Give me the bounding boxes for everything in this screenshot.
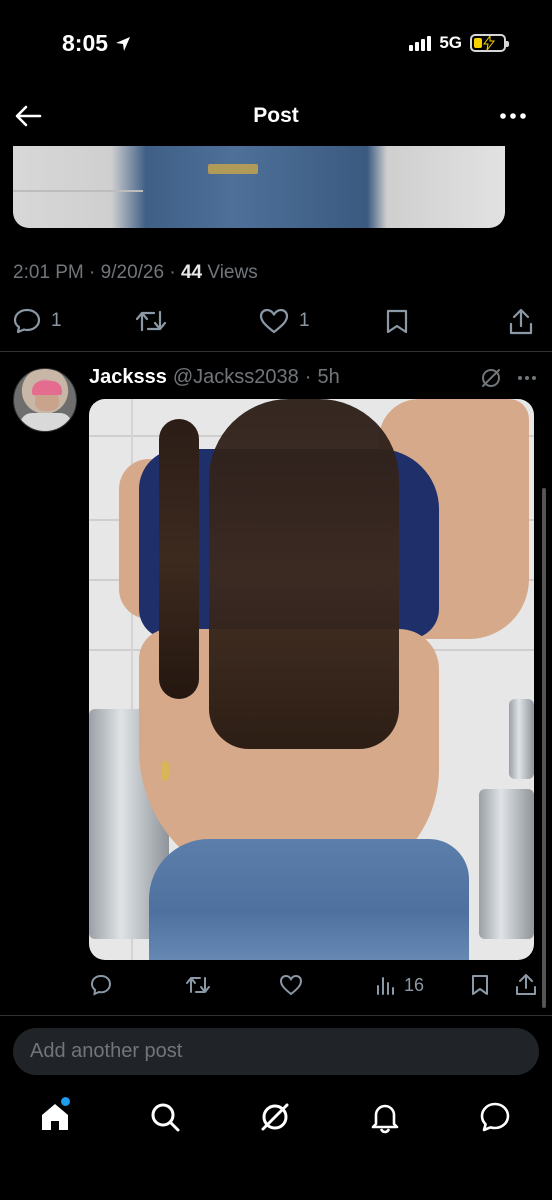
grok-icon[interactable] bbox=[258, 1100, 292, 1134]
share-icon bbox=[516, 974, 536, 995]
divider bbox=[0, 1015, 552, 1016]
reply-action-bar: 16 bbox=[89, 970, 539, 1002]
messages-icon[interactable] bbox=[478, 1100, 512, 1134]
post-header: Post bbox=[0, 94, 552, 138]
bookmark-icon bbox=[472, 975, 488, 995]
reply-bookmark-button[interactable] bbox=[470, 974, 490, 996]
status-time: 8:05 bbox=[62, 30, 132, 57]
analytics-icon bbox=[377, 977, 394, 995]
like-count: 1 bbox=[299, 310, 310, 331]
divider bbox=[0, 351, 552, 352]
location-arrow-icon bbox=[116, 36, 131, 51]
reply-share-button[interactable] bbox=[515, 974, 537, 996]
post-media-image[interactable] bbox=[13, 146, 505, 228]
views-count: 44 bbox=[180, 262, 203, 283]
reply-button[interactable]: 1 bbox=[13, 308, 62, 334]
network-label: 5G bbox=[439, 33, 462, 52]
page-title: Post bbox=[253, 104, 299, 127]
reply-display-name[interactable]: Jacksss bbox=[89, 366, 167, 389]
reply-age: 5h bbox=[317, 366, 340, 388]
bottom-tab-bar bbox=[0, 1090, 552, 1150]
status-bar: 8:05 5G bbox=[0, 0, 552, 90]
signal-icon bbox=[409, 35, 432, 51]
reply-author: Jacksss @Jackss2038 · 5h bbox=[89, 366, 340, 389]
post-time: 2:01 PM bbox=[13, 262, 84, 283]
bookmark-button[interactable] bbox=[385, 308, 409, 334]
home-indicator bbox=[0, 1170, 552, 1200]
post-timestamp: 2:01 PM · 9/20/26 · 44 Views bbox=[13, 262, 258, 283]
scrollbar[interactable] bbox=[542, 488, 546, 1008]
views-label: Views bbox=[207, 262, 258, 283]
compose-input[interactable]: Add another post bbox=[13, 1028, 539, 1075]
repost-icon bbox=[186, 977, 210, 993]
share-button[interactable] bbox=[508, 308, 534, 336]
status-indicators: 5G bbox=[409, 33, 509, 53]
repost-button[interactable] bbox=[135, 308, 167, 334]
reply-views-button[interactable]: 16 bbox=[375, 974, 424, 996]
reply-icon bbox=[13, 308, 41, 334]
battery-icon bbox=[470, 34, 509, 52]
reply-media-image[interactable] bbox=[89, 399, 534, 960]
reply-repost-button[interactable] bbox=[185, 974, 211, 996]
compose-placeholder: Add another post bbox=[30, 1040, 183, 1062]
clock: 8:05 bbox=[62, 30, 109, 56]
notification-dot bbox=[61, 1097, 70, 1106]
reply-icon bbox=[90, 974, 112, 996]
share-icon bbox=[509, 308, 533, 335]
avatar[interactable] bbox=[13, 368, 77, 432]
heart-icon bbox=[279, 974, 303, 996]
repost-icon bbox=[135, 310, 167, 332]
post-date: 9/20/26 bbox=[100, 262, 165, 283]
reply-like-button[interactable] bbox=[279, 974, 303, 996]
more-options-icon[interactable] bbox=[498, 104, 528, 128]
reply-views-count: 16 bbox=[404, 974, 425, 995]
bookmark-icon bbox=[386, 309, 408, 334]
search-icon[interactable] bbox=[148, 1100, 182, 1134]
like-button[interactable]: 1 bbox=[259, 308, 310, 334]
post-action-bar: 1 1 bbox=[0, 302, 552, 342]
reply-more-icon[interactable] bbox=[516, 368, 538, 388]
reply-count: 1 bbox=[51, 310, 62, 331]
reply-handle[interactable]: @Jackss2038 bbox=[173, 366, 299, 389]
reply-reply-button[interactable] bbox=[90, 974, 112, 996]
heart-icon bbox=[259, 308, 289, 334]
grok-icon[interactable] bbox=[480, 367, 502, 389]
notifications-bell-icon[interactable] bbox=[368, 1100, 402, 1134]
